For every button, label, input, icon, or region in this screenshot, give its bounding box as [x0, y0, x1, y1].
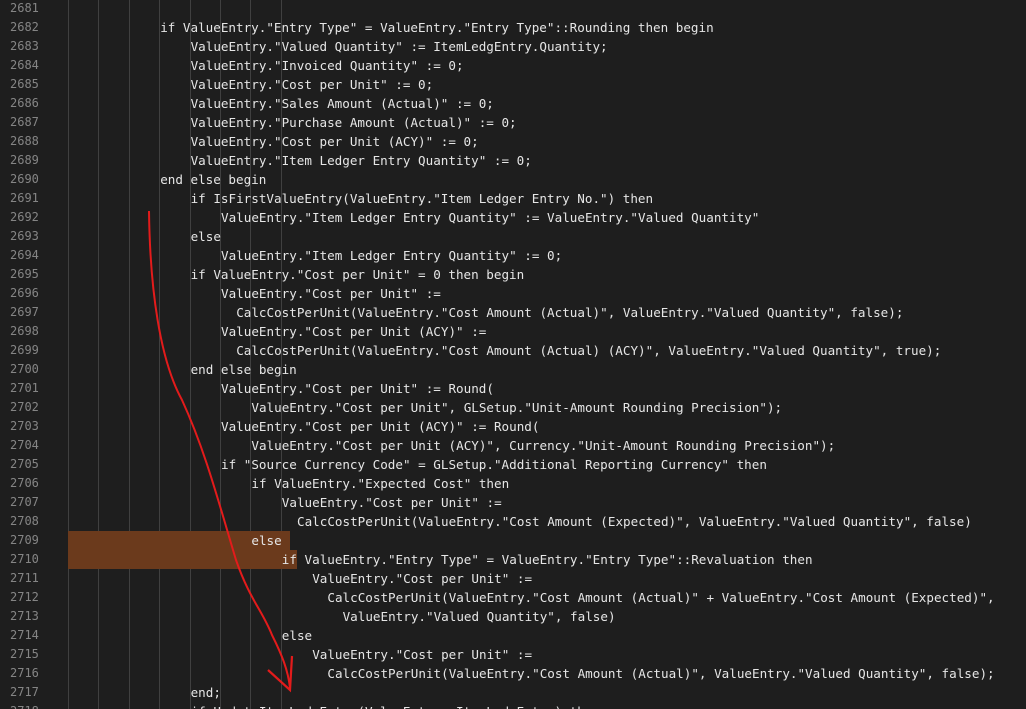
code-line[interactable]: ValueEntry."Cost per Unit" := [282, 493, 502, 512]
code-line[interactable]: ValueEntry."Cost per Unit" := 0; [191, 75, 434, 94]
line-number: 2695 [10, 267, 39, 281]
line-number: 2687 [10, 115, 39, 129]
line-number: 2705 [10, 457, 39, 471]
code-line[interactable]: if ValueEntry."Cost per Unit" = 0 then b… [191, 265, 525, 284]
line-number: 2700 [10, 362, 39, 376]
code-line[interactable]: ValueEntry."Cost per Unit (ACY)", Curren… [251, 436, 835, 455]
code-line[interactable]: ValueEntry."Cost per Unit" := Round( [221, 379, 494, 398]
code-line[interactable]: ValueEntry."Cost per Unit (ACY)" := [221, 322, 486, 341]
indent-guide [128, 0, 130, 709]
code-line[interactable]: ValueEntry."Valued Quantity" := ItemLedg… [191, 37, 608, 56]
code-line[interactable]: ValueEntry."Purchase Amount (Actual)" :=… [191, 113, 517, 132]
code-line[interactable]: ValueEntry."Cost per Unit" := [312, 645, 532, 664]
line-number-gutter: 2681 2682 2683 2684 2685 2686 2687 2688 2689 2690… [0, 0, 60, 709]
line-number: 2689 [10, 153, 39, 167]
line-number: 2714 [10, 628, 39, 642]
code-line[interactable]: if ValueEntry."Entry Type" = ValueEntry.… [160, 18, 714, 37]
line-number: 2686 [10, 96, 39, 110]
code-line[interactable]: else [282, 626, 312, 645]
code-line[interactable]: if IsFirstValueEntry(ValueEntry."Item Le… [191, 189, 654, 208]
line-number: 2712 [10, 590, 39, 604]
line-number: 2708 [10, 514, 39, 528]
code-line[interactable]: end; [191, 683, 221, 702]
line-number: 2711 [10, 571, 39, 585]
code-line[interactable]: end else begin [160, 170, 266, 189]
code-line[interactable]: CalcCostPerUnit(ValueEntry."Cost Amount … [297, 512, 972, 531]
line-number: 2715 [10, 647, 39, 661]
line-number: 2702 [10, 400, 39, 414]
line-number: 2717 [10, 685, 39, 699]
line-number: 2688 [10, 134, 39, 148]
indent-guide [159, 0, 161, 709]
line-number: 2693 [10, 229, 39, 243]
code-line[interactable]: ValueEntry."Cost per Unit (ACY)" := Roun… [221, 417, 539, 436]
indent-guide [98, 0, 100, 709]
line-number: 2706 [10, 476, 39, 490]
line-number: 2713 [10, 609, 39, 623]
line-number: 2698 [10, 324, 39, 338]
line-number: 2682 [10, 20, 39, 34]
line-number: 2694 [10, 248, 39, 262]
line-number: 2684 [10, 58, 39, 72]
code-area[interactable]: if ValueEntry."Entry Type" = ValueEntry.… [68, 0, 1026, 709]
code-line[interactable]: if "Source Currency Code" = GLSetup."Add… [221, 455, 767, 474]
selection-highlight [68, 550, 297, 569]
code-line[interactable]: ValueEntry."Item Ledger Entry Quantity" … [191, 151, 532, 170]
code-editor[interactable]: 2681 2682 2683 2684 2685 2686 2687 2688 2689 2690… [0, 0, 1026, 709]
code-line[interactable]: ValueEntry."Item Ledger Entry Quantity" … [221, 246, 562, 265]
line-number: 2699 [10, 343, 39, 357]
code-line[interactable]: end else begin [191, 360, 297, 379]
line-number: 2696 [10, 286, 39, 300]
code-line[interactable]: ValueEntry."Cost per Unit", GLSetup."Uni… [251, 398, 782, 417]
code-line[interactable]: else [251, 531, 281, 550]
indent-guide [68, 0, 69, 709]
line-number: 2709 [10, 533, 39, 547]
code-line[interactable]: ValueEntry."Valued Quantity", false) [343, 607, 616, 626]
line-number: 2703 [10, 419, 39, 433]
line-number: 2690 [10, 172, 39, 186]
line-number: 2718 [10, 702, 54, 709]
line-number: 2691 [10, 191, 39, 205]
code-line[interactable]: CalcCostPerUnit(ValueEntry."Cost Amount … [236, 341, 941, 360]
code-line[interactable]: CalcCostPerUnit(ValueEntry."Cost Amount … [236, 303, 903, 322]
line-number: 2697 [10, 305, 39, 319]
code-line[interactable]: ValueEntry."Cost per Unit" := [221, 284, 441, 303]
line-number: 2704 [10, 438, 39, 452]
line-number: 2707 [10, 495, 39, 509]
code-line[interactable]: else [191, 227, 221, 246]
code-line[interactable]: if ValueEntry."Entry Type" = ValueEntry.… [282, 550, 813, 569]
code-line[interactable]: if UpdateItemLedgEntry(ValueEntry, ItemL… [191, 702, 600, 709]
code-line[interactable]: ValueEntry."Cost per Unit (ACY)" := 0; [191, 132, 479, 151]
code-line[interactable]: ValueEntry."Sales Amount (Actual)" := 0; [191, 94, 494, 113]
code-line[interactable]: ValueEntry."Cost per Unit" := [312, 569, 532, 588]
line-number: 2681 [10, 1, 39, 15]
line-number: 2701 [10, 381, 39, 395]
code-line[interactable]: CalcCostPerUnit(ValueEntry."Cost Amount … [327, 588, 994, 607]
code-line[interactable]: if ValueEntry."Expected Cost" then [251, 474, 509, 493]
code-line[interactable]: ValueEntry."Invoiced Quantity" := 0; [191, 56, 464, 75]
line-number: 2692 [10, 210, 39, 224]
line-number: 2710 [10, 552, 39, 566]
code-line[interactable]: CalcCostPerUnit(ValueEntry."Cost Amount … [327, 664, 994, 683]
line-number: 2716 [10, 666, 39, 680]
code-line[interactable]: ValueEntry."Item Ledger Entry Quantity" … [221, 208, 759, 227]
line-number: 2685 [10, 77, 39, 91]
line-number: 2683 [10, 39, 39, 53]
